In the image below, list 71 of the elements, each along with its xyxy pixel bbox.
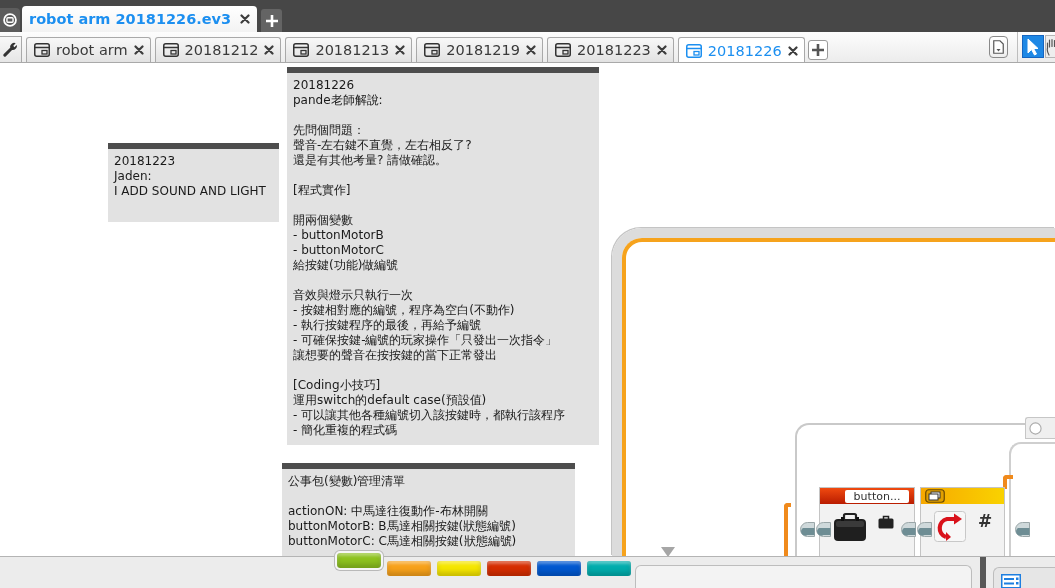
program-tab[interactable]: robot arm [26,37,151,62]
comment-text: 聲音-左右鍵不直覺，左右相反了? [293,138,473,153]
connector-plug-icon [1015,522,1030,537]
plus-icon [264,13,279,28]
plus-icon [810,43,825,57]
program-tab[interactable]: 20181213 [285,37,413,62]
palette-tab[interactable] [537,561,581,576]
select-tool-button[interactable] [1022,35,1044,58]
comment-text: 給按鍵(功能)做編號 [293,258,400,273]
radio-icon[interactable] [1029,421,1042,435]
close-icon[interactable] [240,14,251,24]
comment-text: - 執行按鍵程序的最後，再給予編號 [293,318,483,333]
program-icon [555,43,572,57]
comment-text: I ADD SOUND AND LIGHT [114,184,267,199]
connector-plug-icon [917,522,932,537]
new-project-button[interactable] [261,9,283,32]
comment-text: 讓想要的聲音在按按鍵的當下正常發出 [293,348,498,363]
program-icon [293,43,310,57]
comment-text: 20181226 [293,78,356,93]
comment-text: buttonMotorB: B馬達相關按鍵(狀態編號) [288,519,517,534]
list-icon[interactable] [1001,574,1021,588]
close-icon[interactable] [787,45,798,56]
comment-text: [程式實作] [293,183,352,198]
comment-text: - buttonMotorB [293,228,385,243]
comment-text: pande老師解說: [293,93,384,108]
comment-text: - 按鍵相對應的編號，程序為空白(不動作) [293,303,516,318]
comment-text: 公事包(變數)管理清單 [288,474,407,489]
comment-text: buttonMotorC: C馬達相關按鍵(狀態編號) [288,534,518,549]
comment-text: - 簡化重複的程式碼 [293,423,399,438]
block-symbol: # [978,511,993,531]
comment-text: Jaden: [114,169,153,184]
comment-text: 還是有其他考量? 請做確認。 [293,153,449,168]
comment-text: 運用switch的default case(預設值) [293,393,488,408]
program-icon [685,43,702,58]
program-tab[interactable]: 20181219 [416,37,544,62]
program-icon [424,43,441,57]
pointer-icon [1027,37,1039,56]
properties-button[interactable] [0,36,22,62]
wrench-icon [3,42,18,57]
comment-text: - 可確保按鍵-編號的玩家操作「只發出一次指令」 [293,333,559,348]
program-tab[interactable]: 20181212 [154,37,282,62]
close-icon[interactable] [526,45,537,55]
stacked-squares-icon[interactable] [925,489,945,503]
close-icon[interactable] [133,45,144,55]
comment-text: 先問個問題： [293,123,366,138]
close-icon[interactable] [656,45,667,55]
pan-tool-button[interactable] [1045,35,1055,58]
program-icon [162,43,179,57]
hand-icon [1046,37,1055,56]
program-icon [34,43,50,57]
connector-plug-icon [800,522,815,537]
comment-text: - 可以讓其他各種編號切入該按鍵時，都執行該程序 [293,408,567,423]
logo-icon [3,13,17,27]
connector-plug-icon [816,522,831,537]
file-button[interactable] [989,36,1008,58]
briefcase-icon [878,515,894,529]
variable-name-field[interactable]: button... [845,489,909,503]
new-program-button[interactable] [807,40,828,60]
home-button[interactable] [0,8,20,32]
briefcase-icon [833,512,867,542]
comment-text: [Coding小技巧] [293,378,382,393]
comment-text: - buttonMotorC [293,243,385,258]
close-icon[interactable] [395,45,406,55]
comment-text: 開兩個變數 [293,213,354,228]
connector-plug-icon [901,522,916,537]
close-icon[interactable] [264,45,275,55]
comment-text: 音效與燈示只執行一次 [293,288,414,303]
document-icon [993,40,1004,54]
program-tab[interactable]: 20181223 [547,37,674,62]
comment-text: 20181223 [114,154,177,169]
comment-text: actionON: 中馬達往復動作-布林開關 [288,504,489,519]
